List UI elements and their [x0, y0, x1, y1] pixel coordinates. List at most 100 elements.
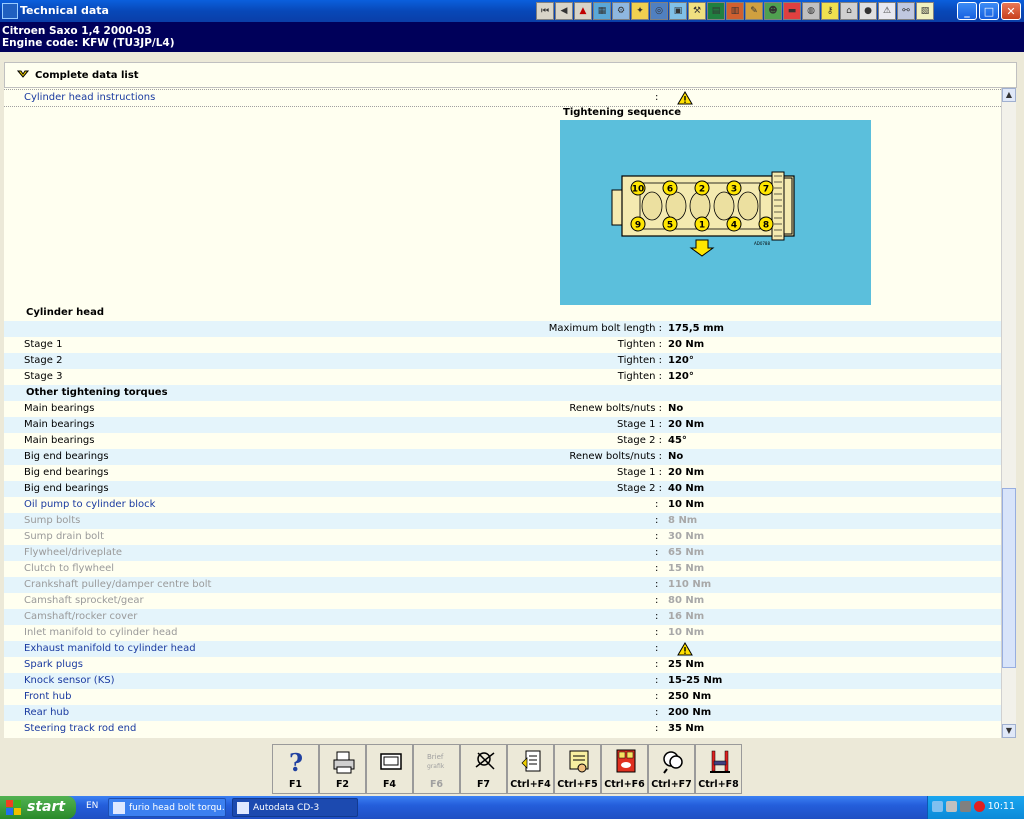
- table-row[interactable]: Big end bearings Stage 2 : 40 Nm: [4, 481, 1001, 497]
- function-key-bar: ? F1 F2 F4 Brief grafik F6 F7 Ctrl+F4 Ct…: [272, 744, 752, 794]
- f7-button[interactable]: F7: [460, 744, 507, 794]
- row-value: 10 Nm: [668, 627, 705, 638]
- chevron-down-icon: [17, 70, 29, 78]
- table-row[interactable]: Spark plugs:25 Nm: [4, 657, 1001, 673]
- scroll-up-arrow[interactable]: ▲: [1002, 88, 1016, 102]
- chassis-icon[interactable]: ⚯: [897, 2, 915, 20]
- list-item[interactable]: Cylinder head instructions :: [4, 89, 1001, 107]
- ctrl-f8-button[interactable]: Ctrl+F8: [695, 744, 742, 794]
- table-row[interactable]: Cylinder head: [4, 305, 1001, 321]
- engine-icon[interactable]: ▦: [593, 2, 611, 20]
- row-value: No: [668, 403, 684, 414]
- table-row[interactable]: Sump bolts:8 Nm: [4, 513, 1001, 529]
- table-row[interactable]: Oil pump to cylinder block:10 Nm: [4, 497, 1001, 513]
- vehicle-model: Citroen Saxo 1,4 2000-03: [2, 25, 152, 37]
- system-tray: 10:11: [927, 796, 1024, 819]
- ctrl-f5-button[interactable]: Ctrl+F5: [554, 744, 601, 794]
- table-row[interactable]: Steering track rod end:35 Nm: [4, 721, 1001, 737]
- bolt-number: 9: [635, 221, 641, 231]
- table-row[interactable]: Main bearings Stage 2 : 45°: [4, 433, 1001, 449]
- table-row[interactable]: Maximum bolt length : 175,5 mm: [4, 321, 1001, 337]
- back-icon[interactable]: ◀: [555, 2, 573, 20]
- meter-icon[interactable]: ▣: [669, 2, 687, 20]
- wrench-icon[interactable]: ⚒: [688, 2, 706, 20]
- taskbar-item-browser[interactable]: furio head bolt torqu...: [108, 798, 226, 817]
- table-row[interactable]: Inlet manifold to cylinder head:10 Nm: [4, 625, 1001, 641]
- f4-button[interactable]: F4: [366, 744, 413, 794]
- table-row[interactable]: Sump drain bolt:30 Nm: [4, 529, 1001, 545]
- table-row[interactable]: Camshaft sprocket/gear:80 Nm: [4, 593, 1001, 609]
- language-indicator[interactable]: EN: [86, 801, 98, 811]
- start-button[interactable]: start: [0, 796, 76, 819]
- close-button[interactable]: ✕: [1001, 2, 1021, 20]
- table-row[interactable]: Crankshaft pulley/damper centre bolt:110…: [4, 577, 1001, 593]
- table-row[interactable]: Flywheel/driveplate:65 Nm: [4, 545, 1001, 561]
- minimize-button[interactable]: _: [957, 2, 977, 20]
- table-row[interactable]: Clutch to flywheel:15 Nm: [4, 561, 1001, 577]
- table-row[interactable]: Big end bearings Renew bolts/nuts : No: [4, 449, 1001, 465]
- row-label: Front hub: [24, 691, 72, 702]
- f1-button[interactable]: ? F1: [272, 744, 319, 794]
- warning-icon[interactable]: ▲: [574, 2, 592, 20]
- spark-icon[interactable]: ✦: [631, 2, 649, 20]
- scroll-thumb[interactable]: [1002, 488, 1016, 668]
- tyre-icon[interactable]: ◍: [802, 2, 820, 20]
- network-icon[interactable]: [932, 801, 943, 812]
- f6-button[interactable]: Brief grafik F6: [413, 744, 460, 794]
- ctrl-f4-button[interactable]: Ctrl+F4: [507, 744, 554, 794]
- row-sublabel: Stage 2 :: [617, 435, 662, 446]
- table-row[interactable]: Exhaust manifold to cylinder head:: [4, 641, 1001, 657]
- table-row[interactable]: Front hub:250 Nm: [4, 689, 1001, 705]
- battery-icon[interactable]: ▬: [783, 2, 801, 20]
- maximize-button[interactable]: □: [979, 2, 999, 20]
- row-value: No: [668, 451, 684, 462]
- table-row[interactable]: Stage 2 Tighten : 120°: [4, 353, 1001, 369]
- scroll-down-arrow[interactable]: ▼: [1002, 724, 1016, 738]
- row-label: Camshaft sprocket/gear: [24, 595, 144, 606]
- table-row[interactable]: Stage 1 Tighten : 20 Nm: [4, 337, 1001, 353]
- warning-icon[interactable]: [677, 91, 693, 105]
- row-label: Big end bearings: [24, 451, 109, 462]
- table-row[interactable]: Other tightening torques: [4, 385, 1001, 401]
- table-row[interactable]: Big end bearings Stage 1 : 20 Nm: [4, 465, 1001, 481]
- panel-header[interactable]: Complete data list: [4, 62, 1017, 88]
- service-icon[interactable]: ▤: [707, 2, 725, 20]
- devices-icon[interactable]: [960, 801, 971, 812]
- row-sublabel: Renew bolts/nuts :: [569, 451, 662, 462]
- timing-icon[interactable]: ▥: [726, 2, 744, 20]
- instructions-label[interactable]: Cylinder head instructions: [24, 92, 155, 103]
- diagnostic-icon[interactable]: ▧: [916, 2, 934, 20]
- ctrl-f7-button[interactable]: Ctrl+F7: [648, 744, 695, 794]
- tools-icon[interactable]: ✎: [745, 2, 763, 20]
- taskbar-item-autodata[interactable]: Autodata CD-3: [232, 798, 358, 817]
- person-icon[interactable]: ☻: [764, 2, 782, 20]
- table-row[interactable]: Rear hub:200 Nm: [4, 705, 1001, 721]
- table-row[interactable]: Knock sensor (KS):15-25 Nm: [4, 673, 1001, 689]
- ignition-icon[interactable]: ⚙: [612, 2, 630, 20]
- car-icon[interactable]: ⌂: [840, 2, 858, 20]
- security-alert-icon[interactable]: [974, 801, 985, 812]
- table-row[interactable]: Stage 3 Tighten : 120°: [4, 369, 1001, 385]
- gauge-icon[interactable]: ◎: [650, 2, 668, 20]
- taskbar: start EN furio head bolt torqu... Autoda…: [0, 796, 1024, 819]
- warning-icon[interactable]: [677, 642, 693, 656]
- light-icon[interactable]: ●: [859, 2, 877, 20]
- alert-icon[interactable]: ⚠: [878, 2, 896, 20]
- row-sublabel: Stage 1 :: [617, 419, 662, 430]
- row-separator: :: [655, 515, 659, 526]
- ctrl-f6-button[interactable]: Ctrl+F6: [601, 744, 648, 794]
- table-row[interactable]: Main bearings Renew bolts/nuts : No: [4, 401, 1001, 417]
- vertical-scrollbar[interactable]: ▲ ▼: [1001, 88, 1016, 738]
- key-icon[interactable]: ⚷: [821, 2, 839, 20]
- row-label: Camshaft/rocker cover: [24, 611, 138, 622]
- f2-button[interactable]: F2: [319, 744, 366, 794]
- bolt-number: 2: [699, 185, 705, 195]
- row-label: Crankshaft pulley/damper centre bolt: [24, 579, 212, 590]
- table-row[interactable]: Camshaft/rocker cover:16 Nm: [4, 609, 1001, 625]
- first-page-icon[interactable]: ⏮: [536, 2, 554, 20]
- table-row[interactable]: Main bearings Stage 1 : 20 Nm: [4, 417, 1001, 433]
- volume-icon[interactable]: [946, 801, 957, 812]
- bolt-number: 4: [731, 221, 737, 231]
- row-value: 200 Nm: [668, 707, 712, 718]
- row-separator: :: [655, 579, 659, 590]
